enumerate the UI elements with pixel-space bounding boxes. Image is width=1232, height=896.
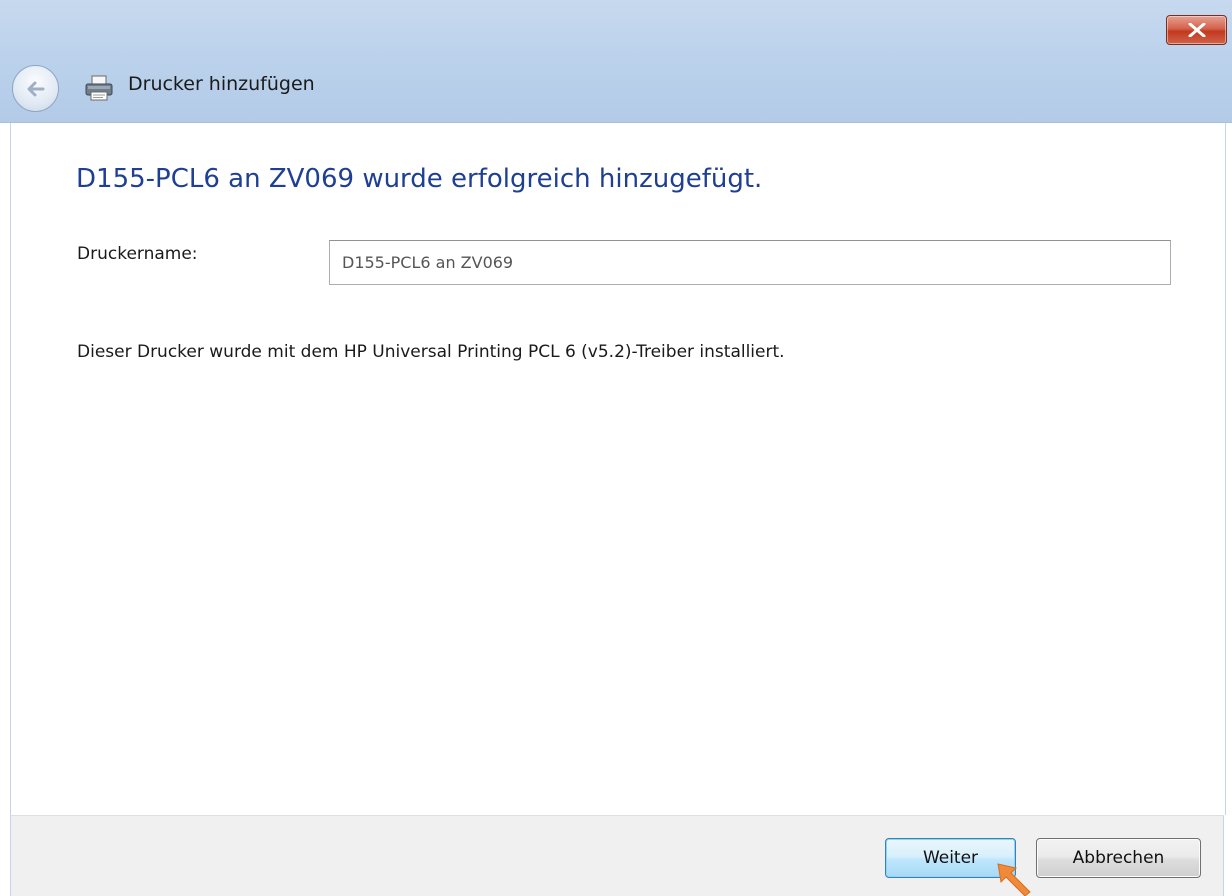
printer-name-input[interactable]: [329, 240, 1171, 285]
add-printer-dialog: Drucker hinzufügen D155-PCL6 an ZV069 wu…: [0, 0, 1232, 896]
cursor-arrow-icon: [997, 863, 1031, 896]
cancel-button[interactable]: Abbrechen: [1036, 838, 1201, 878]
back-button[interactable]: [12, 65, 59, 112]
page-heading: D155-PCL6 an ZV069 wurde erfolgreich hin…: [76, 164, 763, 194]
printer-icon: [85, 75, 113, 101]
back-arrow-icon: [27, 81, 45, 97]
content-panel: [10, 123, 1226, 815]
printer-name-label: Druckername:: [77, 244, 198, 264]
driver-info-text: Dieser Drucker wurde mit dem HP Universa…: [77, 342, 785, 362]
close-button[interactable]: [1166, 15, 1227, 45]
close-icon: [1188, 23, 1206, 37]
window-title: Drucker hinzufügen: [128, 73, 315, 95]
title-bar: Drucker hinzufügen: [0, 0, 1232, 123]
